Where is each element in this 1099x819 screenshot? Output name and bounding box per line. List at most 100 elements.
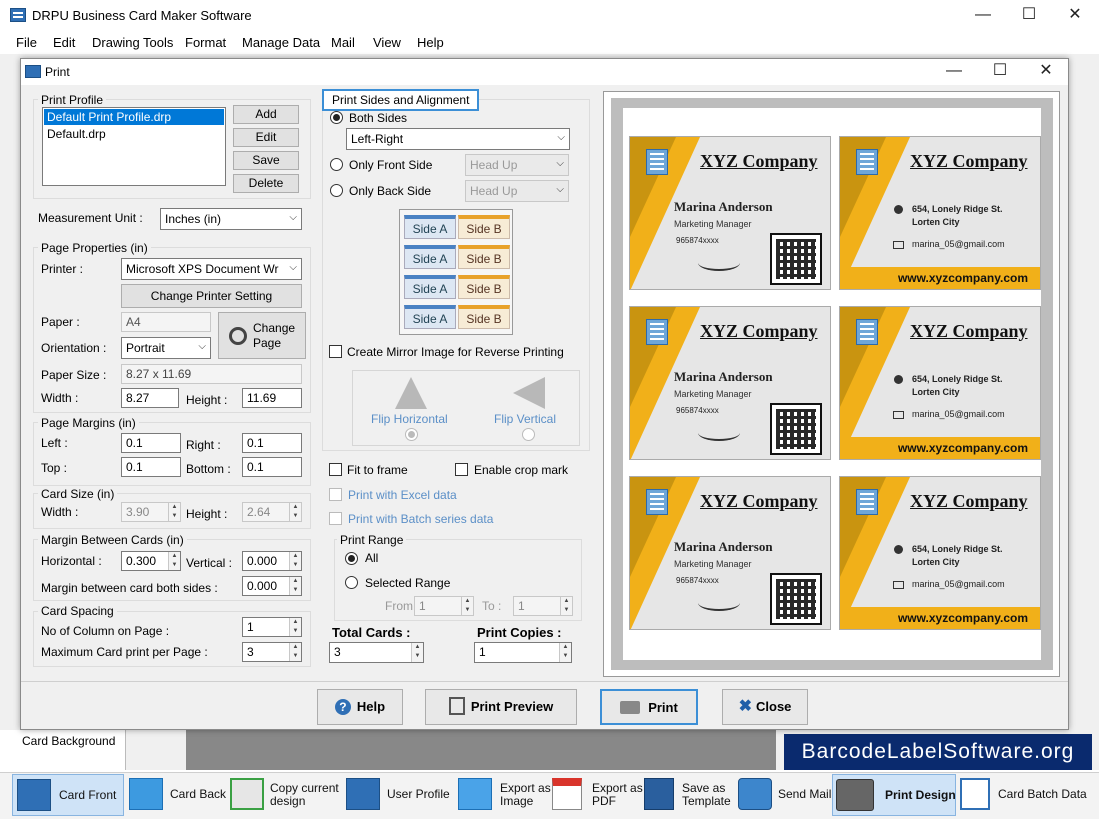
menu-edit[interactable]: Edit [53, 35, 75, 50]
columns-stepper[interactable]: 1 ▲ ▼ [242, 617, 302, 637]
fit-to-frame-label: Fit to frame [347, 463, 408, 477]
print-preview-button[interactable]: Print Preview [425, 689, 577, 725]
chevron-down-icon: ⌵ [557, 132, 565, 143]
card-width-field: 3.90 ▲ ▼ [121, 502, 181, 522]
menu-help[interactable]: Help [417, 35, 444, 50]
card-front-button[interactable]: Card Front [12, 774, 124, 816]
close-button[interactable]: ✖ Close [722, 689, 808, 725]
copy-design-button[interactable]: Copy current design [228, 774, 342, 816]
preview-card-front: XYZ Company Marina Anderson Marketing Mana… [629, 306, 831, 460]
vertical-margin-stepper[interactable]: 0.000 ▲ ▼ [242, 551, 302, 571]
list-item[interactable]: Default.drp [44, 126, 224, 142]
card-website: www.xyzcompany.com [840, 267, 1040, 289]
change-page-button[interactable]: Change Page [218, 312, 306, 359]
minimize-icon[interactable]: — [960, 0, 1006, 32]
menu-format[interactable]: Format [185, 35, 226, 50]
export-pdf-button[interactable]: Export as PDF [550, 774, 643, 816]
menu-view[interactable]: View [373, 35, 401, 50]
spinner-icon[interactable]: ▲ ▼ [559, 643, 571, 662]
print-button[interactable]: Print [600, 689, 698, 725]
close-icon[interactable]: ✕ [1052, 0, 1098, 32]
print-copies-stepper[interactable]: 1 ▲ ▼ [474, 642, 572, 663]
location-icon [894, 375, 903, 384]
front-side-label: Only Front Side [349, 158, 433, 172]
margin-left-field[interactable]: 0.1 [121, 433, 181, 453]
range-all-radio[interactable] [345, 552, 358, 565]
fit-to-frame-checkbox[interactable] [329, 463, 342, 476]
preview-card-front: XYZ Company Marina Anderson Marketing Mana… [629, 136, 831, 290]
card-height-label: Height : [186, 507, 228, 521]
user-profile-icon [346, 778, 380, 810]
preview-card-back: XYZ Company 654, Lonely Ridge St. Lorten C… [839, 476, 1041, 630]
back-side-radio[interactable] [330, 184, 343, 197]
save-profile-button[interactable]: Save [233, 151, 299, 170]
margin-right-field[interactable]: 0.1 [242, 433, 302, 453]
spinner-icon[interactable]: ▲ ▼ [289, 643, 301, 661]
dialog-maximize-icon[interactable]: ☐ [977, 56, 1023, 82]
menu-mail[interactable]: Mail [331, 35, 355, 50]
change-printer-button[interactable]: Change Printer Setting [121, 284, 302, 308]
mirror-image-checkbox[interactable] [329, 345, 342, 358]
print-design-button[interactable]: Print Design [832, 774, 956, 816]
flip-horizontal-icon [395, 377, 427, 409]
side-order-select[interactable]: Left-Right ⌵ [346, 128, 570, 150]
list-item[interactable]: Default Print Profile.drp [44, 109, 224, 125]
chevron-down-icon: ⌵ [198, 341, 206, 352]
card-back-button[interactable]: Card Back [126, 774, 226, 816]
app-icon [10, 8, 26, 22]
both-sides-margin-stepper[interactable]: 0.000 ▲ ▼ [242, 576, 302, 596]
spinner-icon[interactable]: ▲ ▼ [289, 577, 301, 595]
back-head-select: Head Up ⌵ [465, 180, 569, 202]
spinner-icon[interactable]: ▲ ▼ [289, 552, 301, 570]
card-batch-data-button[interactable]: Card Batch Data [958, 774, 1096, 816]
menu-drawing-tools[interactable]: Drawing Tools [92, 35, 173, 50]
page-margins-label: Page Margins (in) [38, 416, 139, 430]
margin-bottom-field[interactable]: 0.1 [242, 457, 302, 477]
paper-frame: XYZ Company Marina Anderson Marketing Mana… [611, 98, 1053, 670]
dialog-close-icon[interactable]: ✕ [1023, 56, 1069, 82]
save-template-button[interactable]: Save as Template [642, 774, 734, 816]
spinner-icon: ▲ ▼ [168, 503, 180, 521]
spinner-icon[interactable]: ▲ ▼ [411, 643, 423, 662]
export-image-button[interactable]: Export as Image [456, 774, 551, 816]
margin-top-field[interactable]: 0.1 [121, 457, 181, 477]
spinner-icon[interactable]: ▲ ▼ [168, 552, 180, 570]
close-x-icon: ✖ [738, 698, 752, 715]
edit-profile-button[interactable]: Edit [233, 128, 299, 147]
user-profile-button[interactable]: User Profile [344, 774, 452, 816]
spinner-icon[interactable]: ▲ ▼ [289, 618, 301, 636]
print-dialog: Print — ☐ ✕ Print Profile Default Print … [20, 58, 1069, 730]
copy-design-icon [230, 778, 264, 810]
range-selected-radio[interactable] [345, 576, 358, 589]
card-height-value: 2.64 [247, 505, 271, 519]
printer-select[interactable]: Microsoft XPS Document Wr ⌵ [121, 258, 302, 280]
back-side-label: Only Back Side [349, 184, 432, 198]
measurement-unit-select[interactable]: Inches (in) ⌵ [160, 208, 302, 230]
spinner-icon: ▲ ▼ [461, 597, 473, 615]
horizontal-margin-stepper[interactable]: 0.300 ▲ ▼ [121, 551, 181, 571]
front-side-radio[interactable] [330, 158, 343, 171]
total-cards-stepper[interactable]: 3 ▲ ▼ [329, 642, 424, 663]
card-role: Marketing Manager [674, 219, 752, 229]
crop-mark-checkbox[interactable] [455, 463, 468, 476]
close-button-label: Close [756, 699, 792, 714]
email-icon [893, 411, 904, 419]
building-icon [646, 489, 668, 515]
help-button-label: Help [356, 699, 386, 714]
menu-file[interactable]: File [16, 35, 37, 50]
delete-profile-button[interactable]: Delete [233, 174, 299, 193]
menu-manage-data[interactable]: Manage Data [242, 35, 320, 50]
dialog-minimize-icon[interactable]: — [931, 56, 977, 82]
card-address-line1: 654, Lonely Ridge St. [912, 204, 1003, 214]
both-sides-radio[interactable] [330, 111, 343, 124]
help-button[interactable]: ? Help [317, 689, 403, 725]
max-cards-stepper[interactable]: 3 ▲ ▼ [242, 642, 302, 662]
building-icon [646, 149, 668, 175]
profile-list[interactable]: Default Print Profile.drp Default.drp [42, 107, 226, 186]
maximize-icon[interactable]: ☐ [1006, 0, 1052, 32]
page-width-field[interactable]: 8.27 [121, 388, 179, 408]
orientation-select[interactable]: Portrait ⌵ [121, 337, 211, 359]
add-profile-button[interactable]: Add [233, 105, 299, 124]
page-height-field[interactable]: 11.69 [242, 388, 302, 408]
send-mail-button[interactable]: Send Mail [736, 774, 831, 816]
